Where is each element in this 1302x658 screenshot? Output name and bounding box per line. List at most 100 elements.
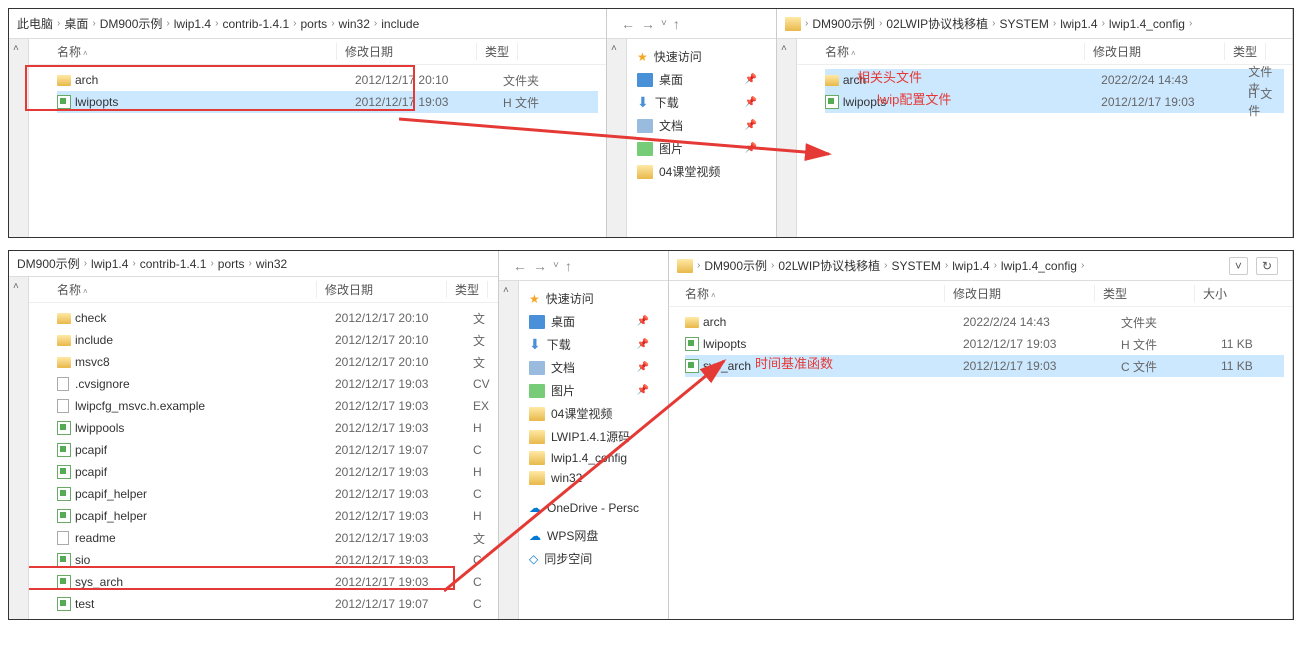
file-row[interactable]: test2012/12/17 19:07C — [57, 593, 490, 615]
col-date[interactable]: 修改日期 — [337, 43, 477, 60]
col-name[interactable]: 名称˄ — [57, 281, 317, 298]
file-row[interactable]: arch 2012/12/17 20:10 文件夹 — [57, 69, 598, 91]
file-row[interactable]: arch 2022/2/24 14:43 文件夹 — [825, 69, 1284, 91]
file-row[interactable]: readme2012/12/17 19:03文 — [57, 527, 490, 549]
up-icon[interactable]: ↑ — [673, 16, 680, 32]
col-date[interactable]: 修改日期 — [317, 281, 447, 298]
file-row[interactable]: msvc82012/12/17 20:10文 — [57, 351, 490, 373]
col-name[interactable]: 名称˄ — [825, 43, 1085, 60]
qa-desktop[interactable]: 桌面📌 — [631, 68, 763, 91]
scroll-up-icon[interactable]: ˄ — [503, 285, 509, 296]
qa-folder[interactable]: 04课堂视频 — [631, 160, 763, 183]
crumb[interactable]: ports — [218, 257, 245, 271]
col-type[interactable]: 类型 — [477, 43, 518, 60]
crumb[interactable]: lwip1.4 — [1060, 17, 1097, 31]
col-size[interactable]: 大小 — [1195, 285, 1235, 302]
qa-documents[interactable]: 文档📌 — [631, 114, 763, 137]
crumb[interactable]: lwip1.4 — [174, 17, 211, 31]
crumb[interactable]: win32 — [256, 257, 287, 271]
file-row[interactable]: sys_arch2012/12/17 19:03C — [57, 571, 490, 593]
qa-desktop[interactable]: 桌面📌 — [523, 310, 655, 333]
qa-folder[interactable]: 04课堂视频 — [523, 402, 655, 425]
file-row[interactable]: .cvsignore2012/12/17 19:03CV — [57, 373, 490, 395]
file-row[interactable]: lwipopts 2012/12/17 19:03 H 文件 11 KB — [685, 333, 1284, 355]
col-type[interactable]: 类型 — [447, 281, 488, 298]
crumb[interactable]: lwip1.4_config — [1109, 17, 1185, 31]
crumb[interactable]: lwip1.4 — [91, 257, 128, 271]
crumb[interactable]: DM900示例 — [17, 255, 80, 272]
file-row[interactable]: pcapif_helper2012/12/17 19:03C — [57, 483, 490, 505]
scrollbar[interactable]: ˄ — [9, 39, 29, 237]
scroll-up-icon[interactable]: ˄ — [611, 43, 617, 54]
breadcrumb-right-2[interactable]: › DM900示例› 02LWIP协议栈移植› SYSTEM› lwip1.4›… — [669, 251, 1292, 281]
file-row[interactable]: lwippools2012/12/17 19:03H — [57, 417, 490, 439]
scrollbar[interactable]: ˄ — [607, 39, 627, 237]
qa-downloads[interactable]: ⬇下载📌 — [631, 91, 763, 114]
back-icon[interactable]: ← — [621, 16, 635, 32]
file-row[interactable]: lwipopts 2012/12/17 19:03 H 文件 — [825, 91, 1284, 113]
columns-header[interactable]: 名称˄ 修改日期 类型 大小 — [669, 281, 1292, 307]
qa-downloads[interactable]: ⬇下载📌 — [523, 333, 655, 356]
crumb[interactable]: SYSTEM — [1000, 17, 1049, 31]
qa-documents[interactable]: 文档📌 — [523, 356, 655, 379]
crumb[interactable]: DM900示例 — [704, 257, 767, 274]
qa-pictures[interactable]: 图片📌 — [631, 137, 763, 160]
columns-header[interactable]: 名称˄ 修改日期 类型 — [29, 277, 498, 303]
crumb[interactable]: include — [381, 17, 419, 31]
crumb[interactable]: lwip1.4 — [952, 259, 989, 273]
col-name[interactable]: 名称˄ — [57, 43, 337, 60]
qa-folder[interactable]: LWIP1.4.1源码 — [523, 425, 655, 448]
columns-header[interactable]: 名称˄ 修改日期 类型 — [797, 39, 1292, 65]
qa-sync[interactable]: ◇同步空间 — [523, 547, 655, 570]
qa-wps[interactable]: ☁WPS网盘 — [523, 524, 655, 547]
scrollbar[interactable]: ˄ — [777, 39, 797, 237]
qa-folder[interactable]: lwip1.4_config — [523, 448, 655, 468]
crumb[interactable]: win32 — [339, 17, 370, 31]
file-row[interactable]: sys_arch 2012/12/17 19:03 C 文件 11 KB — [685, 355, 1284, 377]
breadcrumb-right-1[interactable]: › DM900示例› 02LWIP协议栈移植› SYSTEM› lwip1.4›… — [777, 9, 1292, 39]
quick-access-header[interactable]: ★ 快速访问 — [523, 287, 655, 310]
file-row[interactable]: include2012/12/17 20:10文 — [57, 329, 490, 351]
qa-folder[interactable]: win32 — [523, 468, 655, 488]
scroll-up-icon[interactable]: ˄ — [781, 43, 787, 54]
crumb[interactable]: ports — [301, 17, 328, 31]
col-name[interactable]: 名称˄ — [685, 285, 945, 302]
up-icon[interactable]: ↑ — [565, 258, 572, 274]
quick-access-header[interactable]: ★ 快速访问 — [631, 45, 763, 68]
col-type[interactable]: 类型 — [1095, 285, 1195, 302]
col-date[interactable]: 修改日期 — [1085, 43, 1225, 60]
crumb[interactable]: contrib-1.4.1 — [140, 257, 207, 271]
file-row[interactable]: pcapif_helper2012/12/17 19:03H — [57, 505, 490, 527]
crumb[interactable]: DM900示例 — [100, 15, 163, 32]
file-row[interactable]: lwipcfg_msvc.h.example2012/12/17 19:03EX — [57, 395, 490, 417]
file-row[interactable]: check2012/12/17 20:10文 — [57, 307, 490, 329]
scrollbar[interactable]: ˄ — [9, 277, 29, 619]
col-type[interactable]: 类型 — [1225, 43, 1266, 60]
qa-pictures[interactable]: 图片📌 — [523, 379, 655, 402]
file-row[interactable]: lwipopts 2012/12/17 19:03 H 文件 — [57, 91, 598, 113]
dropdown-button[interactable]: ˅ — [1229, 257, 1248, 275]
file-row[interactable]: sio2012/12/17 19:03C — [57, 549, 490, 571]
forward-icon[interactable]: → — [641, 16, 655, 32]
scrollbar[interactable]: ˄ — [499, 281, 519, 619]
dropdown-icon[interactable]: ˅ — [553, 260, 559, 271]
crumb[interactable]: 此电脑 — [17, 15, 53, 32]
crumb[interactable]: contrib-1.4.1 — [222, 17, 289, 31]
crumb[interactable]: lwip1.4_config — [1001, 259, 1077, 273]
scroll-up-icon[interactable]: ˄ — [13, 43, 19, 54]
breadcrumb-left-2[interactable]: DM900示例› lwip1.4› contrib-1.4.1› ports› … — [9, 251, 498, 277]
file-row[interactable]: arch 2022/2/24 14:43 文件夹 — [685, 311, 1284, 333]
crumb[interactable]: DM900示例 — [812, 15, 875, 32]
back-icon[interactable]: ← — [513, 258, 527, 274]
crumb[interactable]: 桌面 — [64, 15, 88, 32]
crumb[interactable]: SYSTEM — [892, 259, 941, 273]
col-date[interactable]: 修改日期 — [945, 285, 1095, 302]
refresh-button[interactable]: ↻ — [1256, 257, 1278, 275]
scroll-up-icon[interactable]: ˄ — [13, 281, 19, 292]
dropdown-icon[interactable]: ˅ — [661, 18, 667, 29]
columns-header[interactable]: 名称˄ 修改日期 类型 — [29, 39, 606, 65]
breadcrumb-left-1[interactable]: 此电脑› 桌面› DM900示例› lwip1.4› contrib-1.4.1… — [9, 9, 606, 39]
crumb[interactable]: 02LWIP协议栈移植 — [778, 257, 880, 274]
file-row[interactable]: pcapif2012/12/17 19:07C — [57, 439, 490, 461]
qa-onedrive[interactable]: ☁OneDrive - Persc — [523, 498, 655, 518]
